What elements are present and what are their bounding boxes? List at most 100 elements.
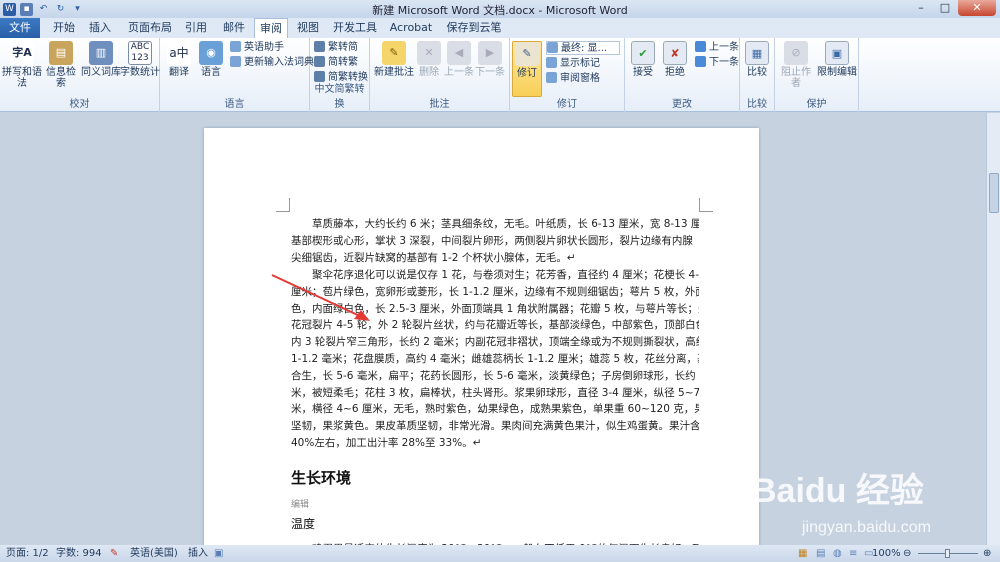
prev-icon: ◀ <box>447 41 471 65</box>
maximize-button[interactable]: □ <box>934 0 956 16</box>
new-comment-button[interactable]: ✎ 新建批注 <box>372 41 416 78</box>
translate-icon: a中 <box>167 41 191 65</box>
proofing-status-icon[interactable]: ✎ <box>110 545 118 562</box>
minimize-button[interactable]: – <box>910 0 932 16</box>
display-mode-dropdown[interactable]: 最终: 显... <box>546 41 620 55</box>
group-chinese-conversion: 繁转简 简转繁 简繁转换 中文简繁转换 <box>310 38 370 112</box>
simp-icon <box>314 56 325 67</box>
next-icon: ▶ <box>478 41 502 65</box>
book-icon: ▤ <box>49 41 73 65</box>
block-authors-icon: ⊘ <box>784 41 808 65</box>
simp-to-trad-button[interactable]: 简转繁 <box>314 56 358 70</box>
zoom-slider-thumb[interactable] <box>945 549 950 558</box>
print-layout-icon[interactable]: ▦ <box>798 545 807 562</box>
zoom-level[interactable]: 100% <box>872 545 901 562</box>
annotation-arrow <box>271 274 370 321</box>
web-layout-icon[interactable]: ◍ <box>833 545 842 562</box>
word-count[interactable]: 字数: 994 <box>56 545 102 562</box>
dictionary-icon <box>230 56 241 67</box>
lock-icon: ▣ <box>825 41 849 65</box>
next-change-icon <box>695 56 706 67</box>
word-count-icon: ABC 123 <box>128 41 152 65</box>
reviewing-pane-button[interactable]: 审阅窗格 <box>546 72 600 86</box>
tab-home[interactable]: 开始 <box>48 18 80 38</box>
tab-review[interactable]: 审阅 <box>254 18 288 38</box>
update-ime-button[interactable]: 更新输入法词典 <box>230 56 314 70</box>
insert-mode[interactable]: 插入 <box>188 545 208 562</box>
spellcheck-icon: 字A <box>10 41 34 65</box>
show-markup-button[interactable]: 显示标记 <box>546 57 600 71</box>
thesaurus-icon: ▥ <box>89 41 113 65</box>
group-compare: ▦ 比较 比较 <box>740 38 775 112</box>
tab-cloud-notes[interactable]: 保存到云笔记 <box>442 18 506 54</box>
zoom-in-icon[interactable]: ⊕ <box>983 545 991 562</box>
edit-link[interactable]: 编辑 <box>291 497 309 510</box>
group-comments: ✎ 新建批注 ✕ 删除 ◀ 上一条 ▶ 下一条 批注 <box>370 38 510 112</box>
outline-icon[interactable]: ≡ <box>849 545 857 562</box>
tab-layout[interactable]: 页面布局 <box>124 18 176 38</box>
group-protect: ⊘ 阻止作者 ▣ 限制编辑 保护 <box>775 38 859 112</box>
spell-check-button[interactable]: 字A 拼写和语法 <box>2 41 42 89</box>
title-bar: W ▪ ↶ ↻ ▾ 新建 Microsoft Word 文档.docx - Mi… <box>0 0 1000 18</box>
close-button[interactable]: ✕ <box>958 0 996 16</box>
track-changes-button[interactable]: ✎ 修订 <box>512 41 542 97</box>
language-status[interactable]: 英语(美国) <box>130 545 178 562</box>
paragraph-1[interactable]: 草质藤本，大约长约 6 米；茎具细条纹，无毛。叶纸质，长 6-13 厘米，宽 8… <box>291 216 699 266</box>
display-icon <box>547 42 558 53</box>
tab-developer[interactable]: 开发工具 <box>330 18 380 38</box>
research-button[interactable]: ▤ 信息检索 <box>44 41 78 89</box>
translate-button[interactable]: a中 翻译 <box>162 41 196 78</box>
trad-icon <box>314 41 325 52</box>
globe-icon: ◉ <box>199 41 223 65</box>
reject-icon: ✘ <box>663 41 687 65</box>
scroll-thumb[interactable] <box>989 173 999 213</box>
tab-acrobat[interactable]: Acrobat <box>386 18 436 38</box>
svg-text:jingyan.baidu.com: jingyan.baidu.com <box>801 519 931 536</box>
ribbon: 字A 拼写和语法 ▤ 信息检索 ▥ 同义词库 ABC 123 字数统计 校对 a中 翻译 ◉… <box>0 38 1000 112</box>
accept-icon: ✔ <box>631 41 655 65</box>
tab-references[interactable]: 引用 <box>180 18 212 38</box>
reject-button[interactable]: ✘ 拒绝 <box>659 41 691 78</box>
delete-icon: ✕ <box>417 41 441 65</box>
tab-mailings[interactable]: 邮件 <box>218 18 250 38</box>
group-proofing: 字A 拼写和语法 ▤ 信息检索 ▥ 同义词库 ABC 123 字数统计 校对 <box>0 38 160 112</box>
next-comment-button[interactable]: ▶ 下一条 <box>474 41 506 78</box>
status-bar: 页面: 1/2 字数: 994 ✎ 英语(美国) 插入 ▣ ▦ ▤ ◍ ≡ ▭ … <box>0 545 1000 562</box>
prev-change-button[interactable]: 上一条 <box>695 41 739 55</box>
assistant-icon <box>230 41 241 52</box>
zoom-out-icon[interactable]: ⊖ <box>903 545 911 562</box>
tab-file[interactable]: 文件 <box>0 18 40 38</box>
next-change-button[interactable]: 下一条 <box>695 56 739 70</box>
accept-button[interactable]: ✔ 接受 <box>627 41 659 78</box>
group-tracking: ✎ 修订 最终: 显... 显示标记 审阅窗格 修订 <box>510 38 625 112</box>
tab-view[interactable]: 视图 <box>292 18 324 38</box>
page-count[interactable]: 页面: 1/2 <box>6 545 49 562</box>
trad-to-simp-button[interactable]: 繁转简 <box>314 41 358 55</box>
compare-icon: ▦ <box>745 41 769 65</box>
track-changes-icon: ✎ <box>515 42 539 66</box>
margin-mark <box>276 198 290 212</box>
reading-layout-icon[interactable]: ▤ <box>816 545 825 562</box>
heading-temperature[interactable]: 温度 <box>291 515 315 532</box>
markup-icon <box>546 57 557 68</box>
heading-growth[interactable]: 生长环境 <box>291 467 351 488</box>
language-button[interactable]: ◉ 语言 <box>194 41 228 78</box>
delete-comment-button[interactable]: ✕ 删除 <box>416 41 442 78</box>
macro-icon[interactable]: ▣ <box>214 545 223 562</box>
ribbon-tabs: 文件 开始 插入 页面布局 引用 邮件 审阅 视图 开发工具 Acrobat 保… <box>0 18 1000 54</box>
compare-button[interactable]: ▦ 比较 <box>740 41 774 78</box>
block-authors-button[interactable]: ⊘ 阻止作者 <box>777 41 815 89</box>
tab-insert[interactable]: 插入 <box>84 18 116 38</box>
document-page[interactable]: 草质藤本，大约长约 6 米；茎具细条纹，无毛。叶纸质，长 6-13 厘米，宽 8… <box>204 128 759 558</box>
svg-text:Baidu 经验: Baidu 经验 <box>752 471 924 510</box>
window-title: 新建 Microsoft Word 文档.docx - Microsoft Wo… <box>372 4 628 17</box>
prev-comment-button[interactable]: ◀ 上一条 <box>444 41 474 78</box>
comment-icon: ✎ <box>382 41 406 65</box>
group-language: a中 翻译 ◉ 语言 英语助手 更新输入法词典 语言 <box>160 38 314 112</box>
margin-mark <box>699 198 713 212</box>
english-assistant-button[interactable]: 英语助手 <box>230 41 284 55</box>
pane-icon <box>546 72 557 83</box>
thesaurus-button[interactable]: ▥ 同义词库 <box>80 41 122 78</box>
word-count-button[interactable]: ABC 123 字数统计 <box>120 41 160 78</box>
restrict-editing-button[interactable]: ▣ 限制编辑 <box>817 41 857 78</box>
